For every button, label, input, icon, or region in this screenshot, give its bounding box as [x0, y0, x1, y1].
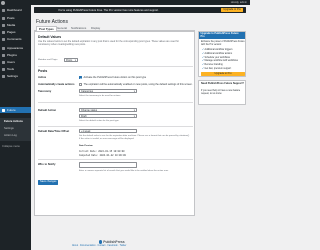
default-values-description: Use the values below to set the default …: [38, 40, 179, 46]
sidebar-item-future[interactable]: Future: [0, 107, 31, 113]
save-changes-button[interactable]: Save changes: [38, 180, 59, 185]
chevron-down-icon: ▾: [133, 115, 135, 118]
date-offset-hint: Set the default value to use for the exp…: [79, 135, 190, 140]
sidebar-item-posts[interactable]: Posts: [0, 15, 31, 21]
notify-label: Who to Notify: [38, 163, 56, 166]
submenu-action-log[interactable]: Action Log: [4, 134, 17, 137]
pro-feature: ✓Manage workflow with workflows: [202, 60, 238, 63]
date-offset-label: Default Date/Time Offset: [38, 130, 70, 133]
chevron-down-icon: ▾: [74, 58, 76, 62]
taxonomy-hint: Select the taxonomy to be used for actio…: [79, 95, 121, 97]
support-card-title: Need PublishPress Future Support?: [201, 82, 244, 85]
submenu-settings[interactable]: Settings: [4, 127, 14, 130]
pro-feature: ✓Additional workflow actions: [202, 52, 233, 55]
posts-icon: [2, 16, 5, 20]
wordpress-logo-icon[interactable]: [1, 0, 5, 5]
sidebar-item-settings[interactable]: Settings: [0, 73, 31, 79]
submenu-future-actions[interactable]: Future Actions: [4, 120, 23, 123]
media-icon: [2, 23, 5, 27]
footer-links[interactable]: About · Documentation · Contact · Facebo…: [72, 245, 126, 247]
sidebar-item-plugins[interactable]: Plugins: [0, 52, 31, 58]
clock-icon: [2, 108, 5, 112]
taxonomy-label: Taxonomy: [38, 90, 52, 93]
admin-bar: Howdy, admin: [0, 0, 250, 5]
active-checkbox[interactable]: [79, 75, 82, 79]
howdy-user[interactable]: Howdy, admin: [231, 1, 247, 4]
upgrade-to-pro-button[interactable]: Upgrade to Pro: [201, 72, 245, 77]
auto-create-text: The expiration will be automatically ena…: [83, 83, 193, 86]
active-label: Active: [38, 76, 47, 79]
support-card-text: If you need help or have a new feature r…: [201, 90, 241, 95]
auto-create-checkbox[interactable]: [79, 82, 82, 86]
support-card: Need PublishPress Future Support? If you…: [198, 80, 246, 105]
sidebar-item-comments[interactable]: Comments: [0, 36, 31, 42]
sidebar-item-appearance[interactable]: Appearance: [0, 45, 31, 51]
settings-icon: [2, 74, 5, 78]
promo-banner: You're using PublishPress Future Free. T…: [34, 7, 246, 13]
post-status-select[interactable]: Draft ▾: [79, 114, 137, 119]
publishpress-logo: PublishPress: [99, 240, 125, 244]
users-icon: [2, 60, 5, 64]
default-values-title: Default Values: [38, 35, 62, 39]
plugins-icon: [2, 53, 5, 57]
active-checkbox-text: Activate the PublishPress Future Action …: [83, 76, 147, 79]
tools-icon: [2, 67, 5, 71]
current-date: Current Date: 2024-01-15 10:00:00: [79, 149, 125, 153]
notify-hint: Enter a comma separate list of emails th…: [79, 169, 169, 172]
taxonomy-select[interactable]: Categories ▾: [79, 89, 137, 94]
future-submenu: Future Actions Settings Action Log: [0, 118, 31, 141]
promo-text: You're using PublishPress Future Free. T…: [58, 8, 159, 12]
date-offset-input[interactable]: +1 week: [79, 129, 137, 134]
pro-card-title: Upgrade to PublishPress Future Pro: [199, 32, 245, 39]
pro-feature: ✓Additional workflow triggers: [202, 49, 233, 51]
auto-create-label: Automatically create actions: [38, 83, 75, 86]
pro-feature: ✓Remove branding: [202, 64, 223, 67]
notify-emails-input[interactable]: [79, 162, 137, 168]
collapse-menu[interactable]: Collapse menu: [2, 145, 20, 148]
computed-date: Computed Date: 2024-01-22 10:00:00: [79, 153, 126, 157]
sidebar-item-pages[interactable]: Pages: [0, 29, 31, 35]
metabox-label: Metabox and Plugin: [38, 59, 58, 61]
default-action-label: Default Action: [38, 109, 57, 112]
chevron-down-icon: ▾: [133, 109, 135, 112]
date-preview-label: Date Preview: [79, 145, 93, 147]
publishpress-logo-icon: [99, 240, 103, 244]
sidebar-item-dashboard[interactable]: Dashboard: [0, 7, 31, 13]
settings-panel: Default Values Use the values below to s…: [34, 31, 195, 216]
posts-section-title: Posts: [38, 69, 48, 73]
upgrade-to-pro-banner-button[interactable]: Upgrade to Pro: [221, 7, 243, 13]
sidebar-item-media[interactable]: Media: [0, 22, 31, 28]
pro-feature: ✓Get fast, premium support: [202, 68, 232, 70]
page-title: Future Actions: [36, 19, 68, 25]
chevron-down-icon: ▾: [133, 90, 135, 93]
dashboard-icon: [2, 8, 5, 12]
pages-icon: [2, 30, 5, 34]
sidebar-item-tools[interactable]: Tools: [0, 66, 31, 72]
comments-icon: [2, 37, 5, 41]
appearance-icon: [2, 46, 5, 50]
upgrade-pro-card: Upgrade to PublishPress Future Pro Enhan…: [198, 31, 246, 77]
default-action-hint: Select the default action for the post t…: [79, 120, 120, 122]
pro-card-subtitle: Enhance the power of PublishPress Future…: [201, 41, 245, 46]
sidebar-item-users[interactable]: Users: [0, 59, 31, 65]
default-action-select[interactable]: Change status ▾: [79, 108, 137, 113]
pro-feature: ✓Schedule your workflows: [202, 56, 230, 59]
post-type-select[interactable]: Posts ▾: [64, 57, 78, 63]
admin-sidebar: Dashboard Posts Media Pages Comments App…: [0, 5, 31, 250]
